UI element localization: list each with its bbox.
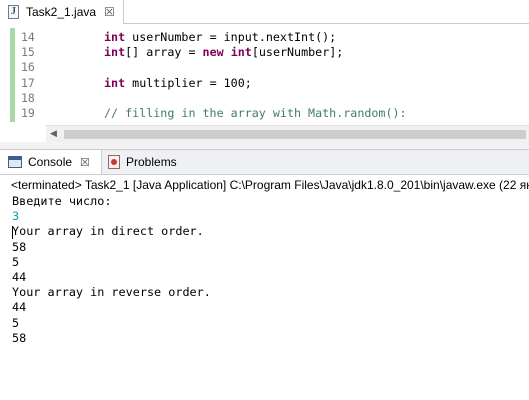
- view-sash[interactable]: [0, 142, 529, 149]
- close-icon[interactable]: ☒: [80, 156, 90, 169]
- code-comment: // filling in the array with Math.random…: [104, 105, 407, 120]
- line-number: 14: [21, 30, 35, 44]
- tab-console[interactable]: Console ☒: [0, 150, 102, 174]
- console-output-lines: Введите число: 3 Your array in direct orde…: [12, 194, 211, 346]
- console-output-line: 5: [12, 315, 20, 330]
- text-caret: [12, 226, 13, 239]
- line-number: 19: [21, 105, 35, 120]
- scrollbar-thumb[interactable]: [64, 130, 526, 139]
- code-keyword: int: [104, 75, 126, 90]
- code-text: userNumber = input.nextInt();: [125, 30, 337, 44]
- code-lines: int userNumber = input.nextInt(); int[] a…: [104, 30, 407, 121]
- terminated-status: <terminated> Task2_1 [Java Application] …: [11, 178, 529, 192]
- java-file-icon: [8, 5, 19, 19]
- console-output-line: 58: [12, 239, 27, 254]
- tab-problems-label: Problems: [126, 155, 177, 169]
- code-keyword: int: [104, 45, 126, 60]
- console-output-line: 44: [12, 269, 27, 284]
- code-keyword: int: [104, 30, 126, 44]
- console-output-area[interactable]: <terminated> Task2_1 [Java Application] …: [0, 175, 529, 400]
- line-number: 16: [21, 60, 35, 75]
- scroll-corner: [0, 125, 46, 142]
- tab-problems[interactable]: Problems: [104, 150, 194, 174]
- code-text: [userNumber];: [251, 45, 344, 60]
- code-editor[interactable]: 14 15 16 17 18 19 int userNumber = input.next…: [0, 24, 529, 125]
- code-line: // filling in the array with Math.random…: [104, 106, 407, 121]
- console-output-line: 58: [12, 330, 27, 345]
- code-keyword: int: [230, 45, 252, 60]
- close-icon[interactable]: ☒: [104, 5, 115, 19]
- console-output-line: 44: [12, 300, 27, 315]
- console-output-line: Your array in direct order.: [12, 224, 204, 239]
- console-icon: [8, 156, 22, 168]
- change-ruler: [10, 28, 15, 122]
- code-text: multiplier = 100;: [125, 75, 252, 90]
- console-output-line: Your array in reverse order.: [12, 285, 211, 300]
- code-text: [] array =: [125, 45, 203, 60]
- console-output-line: 5: [12, 254, 20, 269]
- problems-icon: [108, 155, 120, 169]
- console-input-line: 3: [12, 209, 20, 224]
- tab-console-label: Console: [28, 155, 73, 169]
- code-keyword: new: [202, 45, 224, 60]
- view-tab-bar: Console ☒ Problems: [0, 149, 529, 175]
- line-number-gutter: 14 15 16 17 18 19: [21, 30, 45, 121]
- console-output-line: Введите число:: [12, 194, 112, 208]
- line-number: 15: [21, 45, 35, 60]
- code-line: int multiplier = 100;: [104, 76, 407, 91]
- code-line: int userNumber = input.nextInt();: [104, 30, 407, 45]
- code-line: int[] array = new int[userNumber];: [104, 45, 407, 60]
- editor-tab-label: Task2_1.java: [26, 5, 97, 19]
- editor-tab-task2-1[interactable]: Task2_1.java ☒: [0, 0, 124, 24]
- scroll-left-arrow-icon[interactable]: ◀: [50, 128, 57, 139]
- editor-tab-bar: Task2_1.java ☒: [0, 0, 529, 24]
- editor-horizontal-scrollbar[interactable]: ◀: [46, 125, 529, 142]
- line-number: 18: [21, 90, 35, 105]
- line-number: 17: [21, 75, 35, 90]
